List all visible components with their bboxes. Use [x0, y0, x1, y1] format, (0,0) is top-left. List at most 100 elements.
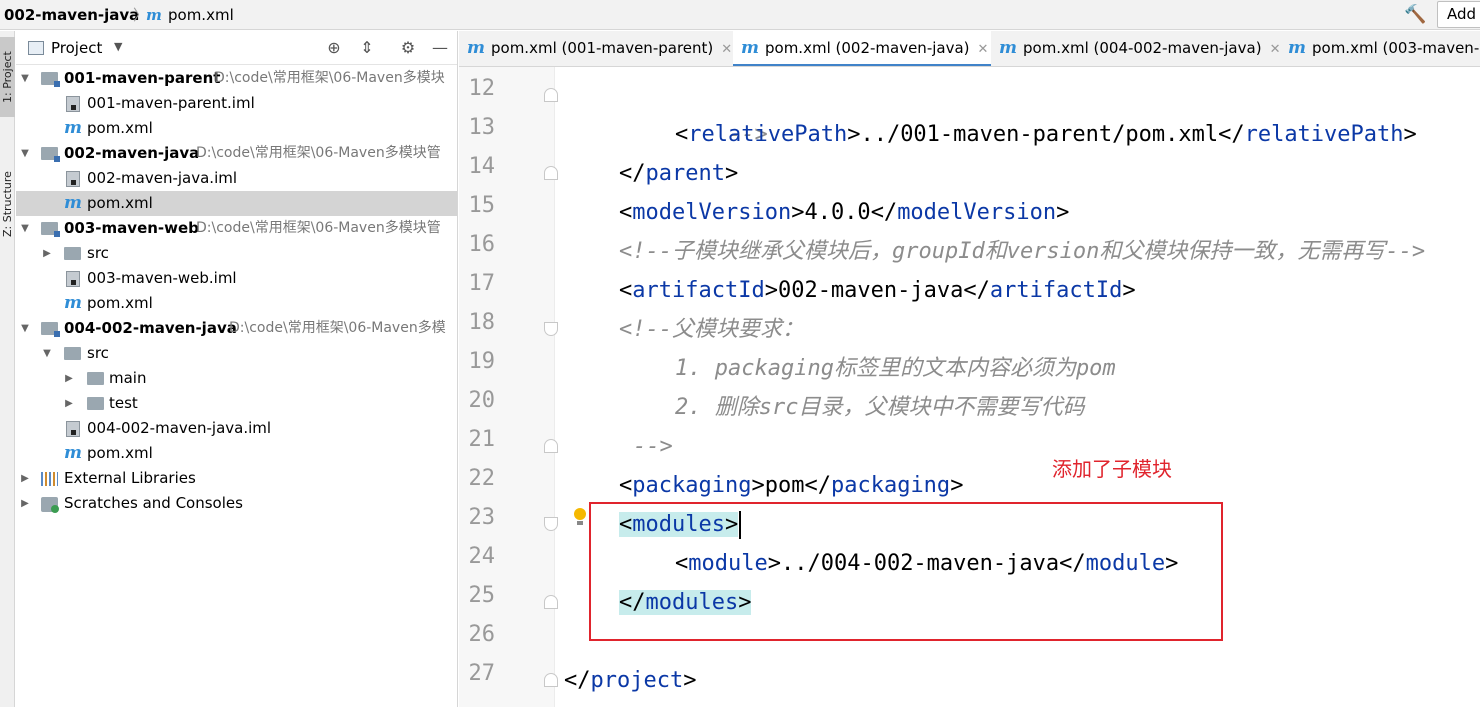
chevron-right-icon[interactable]: ▶	[19, 491, 31, 516]
breadcrumb-file[interactable]: pom.xml	[168, 4, 234, 26]
fold-marker-icon[interactable]	[544, 517, 558, 531]
line-number: 26	[468, 622, 496, 647]
code-editor[interactable]: 12 13 14 15 16 17 18 19 20 21 22 23 24 2…	[459, 67, 1480, 707]
tree-item-folder[interactable]: ▶ test	[16, 391, 457, 416]
structure-tool-tab[interactable]: Z: Structure	[0, 149, 15, 259]
add-configuration-button[interactable]: Add	[1437, 1, 1480, 28]
chevron-down-icon[interactable]: ▼	[19, 141, 31, 166]
maven-file-icon: m	[146, 6, 162, 24]
line-number: 22	[468, 466, 496, 491]
tree-item-label: pom.xml	[87, 194, 153, 212]
tree-item-file[interactable]: m pom.xml	[16, 291, 457, 316]
editor-tab[interactable]: m pom.xml (003-maven-web)	[1280, 31, 1480, 66]
fold-marker-icon[interactable]	[544, 88, 558, 102]
fold-marker-icon[interactable]	[544, 595, 558, 609]
tree-item-scratches[interactable]: ▶ Scratches and Consoles	[16, 491, 457, 516]
tree-item-file[interactable]: m pom.xml	[16, 441, 457, 466]
tree-item-file[interactable]: m pom.xml	[16, 116, 457, 141]
annotation-label: 添加了子模块	[1052, 457, 1172, 481]
tree-item-file[interactable]: 002-maven-java.iml	[16, 166, 457, 191]
code-line: <relativePath>../001-maven-parent/pom.xm…	[675, 122, 1417, 147]
tree-item-label: pom.xml	[87, 119, 153, 137]
fold-marker-icon[interactable]	[544, 439, 558, 453]
fold-marker-icon[interactable]	[544, 322, 558, 336]
target-icon[interactable]: ⊕	[323, 37, 345, 59]
project-panel-title[interactable]: Project	[51, 38, 102, 58]
breadcrumb-project[interactable]: 002-maven-java	[4, 4, 139, 26]
minimize-icon[interactable]: —	[429, 37, 451, 59]
tree-item-module[interactable]: ▼ 002-maven-java D:\code\常用框架\06-Maven多模…	[16, 141, 457, 166]
chevron-right-icon[interactable]: ▶	[63, 391, 75, 416]
maven-file-icon: m	[467, 38, 485, 58]
navigation-bar: 002-maven-java 〉 m pom.xml 🔨 Add	[0, 0, 1480, 30]
iml-file-icon	[66, 421, 80, 437]
chevron-right-icon[interactable]: ▶	[41, 241, 53, 266]
line-number: 16	[468, 232, 496, 257]
folder-icon	[87, 397, 104, 410]
line-number: 24	[468, 544, 496, 569]
chevron-right-icon[interactable]: ▶	[19, 466, 31, 491]
code-line: <artifactId>002-maven-java</artifactId>	[619, 278, 1136, 303]
editor-tab-label: pom.xml (002-maven-java)	[765, 39, 970, 57]
lightbulb-icon[interactable]	[573, 508, 587, 528]
tree-item-file[interactable]: 001-maven-parent.iml	[16, 91, 457, 116]
tree-item-label: test	[109, 394, 138, 412]
hammer-icon[interactable]: 🔨	[1404, 4, 1426, 26]
project-view-icon	[28, 41, 44, 55]
chevron-down-icon[interactable]: ▼	[19, 216, 31, 241]
folder-icon	[64, 347, 81, 360]
tree-item-folder[interactable]: ▶ main	[16, 366, 457, 391]
close-icon[interactable]: ✕	[978, 42, 989, 57]
fold-marker-icon[interactable]	[544, 673, 558, 687]
line-number: 13	[468, 115, 496, 140]
tree-item-label: pom.xml	[87, 294, 153, 312]
tree-item-path: D:\code\常用框架\06-Maven多模块管	[196, 145, 441, 161]
editor-tab[interactable]: m pom.xml (004-002-maven-java) ✕	[991, 31, 1281, 66]
tree-item-folder[interactable]: ▶ src	[16, 241, 457, 266]
tree-item-folder[interactable]: ▼ src	[16, 341, 457, 366]
tree-item-file[interactable]: 003-maven-web.iml	[16, 266, 457, 291]
chevron-down-icon[interactable]: ▼	[114, 40, 122, 53]
collapse-icon[interactable]: ⇕	[356, 37, 378, 59]
tree-item-file[interactable]: 004-002-maven-java.iml	[16, 416, 457, 441]
scratches-icon	[41, 497, 59, 513]
editor-tab[interactable]: m pom.xml (001-maven-parent) ✕	[459, 31, 733, 66]
editor-tab-label: pom.xml (004-002-maven-java)	[1023, 39, 1262, 57]
editor-tab-label: pom.xml (001-maven-parent)	[491, 39, 714, 57]
maven-file-icon: m	[1288, 38, 1306, 58]
line-number: 23	[468, 505, 496, 530]
line-number: 12	[468, 76, 496, 101]
line-number: 15	[468, 193, 496, 218]
chevron-down-icon[interactable]: ▼	[19, 316, 31, 341]
code-line: -->	[727, 122, 768, 147]
fold-marker-icon[interactable]	[544, 166, 558, 180]
code-line: <packaging>pom</packaging>	[619, 473, 964, 498]
chevron-down-icon[interactable]: ▼	[19, 66, 31, 91]
line-number: 20	[468, 388, 496, 413]
code-line: </parent>	[619, 161, 739, 186]
tree-item-file-selected[interactable]: m pom.xml	[16, 191, 457, 216]
tree-item-path: D:\code\常用框架\06-Maven多模块管	[196, 220, 441, 236]
line-number: 27	[468, 661, 496, 686]
tree-item-external-libraries[interactable]: ▶ External Libraries	[16, 466, 457, 491]
gear-icon[interactable]: ⚙	[397, 37, 419, 59]
tree-item-label: 003-maven-web.iml	[87, 269, 237, 287]
chevron-right-icon[interactable]: ▶	[63, 366, 75, 391]
maven-file-icon: m	[999, 38, 1017, 58]
tree-item-label: Scratches and Consoles	[64, 494, 243, 512]
module-folder-icon	[41, 222, 60, 237]
module-folder-icon	[41, 72, 60, 87]
chevron-down-icon[interactable]: ▼	[41, 341, 53, 366]
tree-item-module[interactable]: ▼ 001-maven-parent D:\code\常用框架\06-Maven…	[16, 66, 457, 91]
editor-tab-active[interactable]: m pom.xml (002-maven-java) ✕	[733, 31, 991, 66]
tree-item-path: D:\code\常用框架\06-Maven多模	[229, 320, 446, 336]
module-folder-icon	[41, 147, 60, 162]
close-icon[interactable]: ✕	[721, 42, 732, 57]
close-icon[interactable]: ✕	[1270, 42, 1281, 57]
project-tool-tab[interactable]: 1: Project	[0, 37, 15, 117]
tree-item-module[interactable]: ▼ 004-002-maven-java D:\code\常用框架\06-Mav…	[16, 316, 457, 341]
tree-item-label: 003-maven-web	[64, 219, 199, 237]
tree-item-module[interactable]: ▼ 003-maven-web D:\code\常用框架\06-Maven多模块…	[16, 216, 457, 241]
maven-file-icon: m	[64, 193, 82, 213]
line-number: 19	[468, 349, 496, 374]
